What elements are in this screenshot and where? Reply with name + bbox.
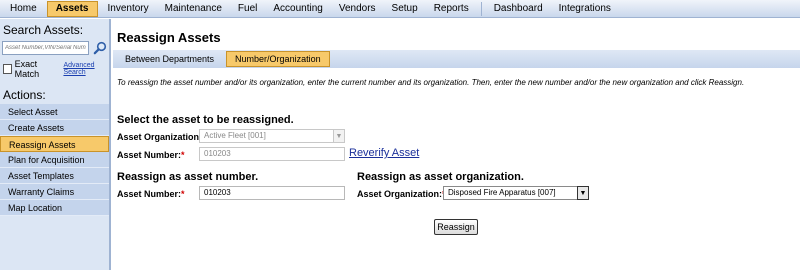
- action-warranty-claims[interactable]: Warranty Claims: [0, 184, 109, 200]
- current-number-label: Asset Number:*: [117, 150, 185, 160]
- reassign-button[interactable]: Reassign: [434, 219, 478, 235]
- menu-separator: [480, 1, 482, 16]
- top-menu-bar: Home Assets Inventory Maintenance Fuel A…: [0, 0, 800, 18]
- search-assets-title: Search Assets:: [3, 23, 84, 37]
- new-org-label-text: Asset Organization:: [357, 189, 443, 199]
- new-number-section-title: Reassign as asset number.: [117, 171, 259, 183]
- menu-home[interactable]: Home: [2, 0, 45, 18]
- required-mark: *: [181, 150, 185, 160]
- actions-title: Actions:: [3, 88, 46, 102]
- main-content: Reassign Assets Between Departments Numb…: [113, 19, 800, 270]
- search-input[interactable]: [2, 41, 89, 55]
- advanced-search-link[interactable]: Advanced Search: [63, 62, 109, 76]
- sidebar: Search Assets: Exact Match Advanced Sear…: [0, 19, 111, 270]
- page-title: Reassign Assets: [117, 30, 221, 45]
- current-org-select[interactable]: Active Fleet [001] ▼: [199, 129, 345, 143]
- exact-match-label: Exact Match: [14, 59, 40, 79]
- action-select-asset[interactable]: Select Asset: [0, 104, 109, 120]
- action-create-assets[interactable]: Create Assets: [0, 120, 109, 136]
- menu-maintenance[interactable]: Maintenance: [157, 0, 230, 18]
- action-reassign-assets[interactable]: Reassign Assets: [0, 136, 109, 152]
- menu-setup[interactable]: Setup: [384, 0, 426, 18]
- current-org-label: Asset Organization:*: [117, 132, 206, 142]
- action-map-location[interactable]: Map Location: [0, 200, 109, 216]
- new-org-value: Disposed Fire Apparatus [007]: [448, 188, 556, 197]
- search-icon[interactable]: [93, 41, 107, 55]
- menu-integrations[interactable]: Integrations: [551, 0, 619, 18]
- exact-match-row: Exact Match Advanced Search: [3, 59, 109, 79]
- menu-vendors[interactable]: Vendors: [331, 0, 384, 18]
- action-plan-for-acquisition[interactable]: Plan for Acquisition: [0, 152, 109, 168]
- tab-between-departments[interactable]: Between Departments: [116, 51, 223, 67]
- exact-match-checkbox[interactable]: [3, 64, 12, 74]
- new-number-value: 010203: [204, 188, 231, 197]
- actions-list: Select Asset Create Assets Reassign Asse…: [0, 104, 109, 216]
- menu-dashboard[interactable]: Dashboard: [486, 0, 551, 18]
- tab-bar: Between Departments Number/Organization: [113, 50, 800, 68]
- menu-fuel[interactable]: Fuel: [230, 0, 265, 18]
- required-mark: *: [181, 189, 185, 199]
- new-number-label: Asset Number:*: [117, 189, 185, 199]
- new-org-select[interactable]: Disposed Fire Apparatus [007] ▼: [443, 186, 589, 200]
- chevron-down-icon[interactable]: ▼: [333, 129, 345, 143]
- current-org-label-text: Asset Organization:: [117, 132, 203, 142]
- instructions-text: To reassign the asset number and/or its …: [117, 78, 745, 87]
- current-number-value: 010203: [204, 149, 231, 158]
- tab-number-organization[interactable]: Number/Organization: [226, 51, 330, 67]
- reverify-asset-link[interactable]: Reverify Asset: [349, 147, 419, 159]
- search-row: [2, 41, 109, 55]
- menu-assets[interactable]: Assets: [46, 0, 98, 17]
- menu-accounting[interactable]: Accounting: [265, 0, 330, 18]
- current-number-label-text: Asset Number:: [117, 150, 182, 160]
- current-org-value: Active Fleet [001]: [204, 131, 266, 140]
- new-number-label-text: Asset Number:: [117, 189, 182, 199]
- chevron-down-icon[interactable]: ▼: [577, 186, 589, 200]
- new-number-field[interactable]: 010203: [199, 186, 345, 200]
- menu-inventory[interactable]: Inventory: [100, 0, 157, 18]
- new-org-section-title: Reassign as asset organization.: [357, 171, 524, 183]
- current-number-field[interactable]: 010203: [199, 147, 345, 161]
- action-asset-templates[interactable]: Asset Templates: [0, 168, 109, 184]
- menu-reports[interactable]: Reports: [426, 0, 477, 18]
- select-section-title: Select the asset to be reassigned.: [117, 114, 294, 126]
- new-org-label: Asset Organization:*: [357, 189, 446, 199]
